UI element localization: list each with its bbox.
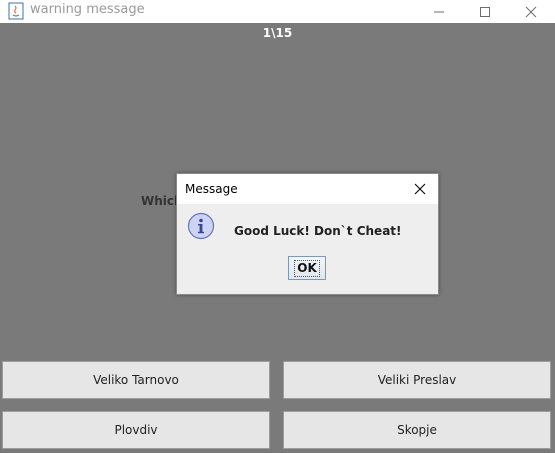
answer-button-2[interactable]: Veliki Preslav	[283, 361, 551, 399]
answer-button-1[interactable]: Veliko Tarnovo	[2, 361, 270, 399]
dialog-title: Message	[185, 182, 238, 196]
dialog-titlebar[interactable]: Message	[177, 174, 438, 204]
minimize-button[interactable]	[416, 0, 462, 23]
close-icon	[525, 6, 537, 17]
minimize-icon	[434, 11, 444, 12]
java-icon	[8, 2, 24, 20]
maximize-button[interactable]	[462, 0, 508, 23]
close-button[interactable]	[508, 0, 554, 23]
app-window: warning message 1\15 Which Veliko Tarnov…	[0, 0, 555, 453]
message-dialog: Message Good Luck! Don`t Cheat! OK	[176, 173, 439, 295]
maximize-icon	[480, 6, 490, 17]
answer-button-3[interactable]: Plovdiv	[2, 411, 270, 449]
question-counter: 1\15	[262, 26, 293, 40]
ok-button[interactable]: OK	[288, 256, 326, 280]
dialog-message: Good Luck! Don`t Cheat!	[234, 224, 402, 238]
window-title: warning message	[30, 2, 145, 17]
ok-button-label: OK	[294, 259, 320, 277]
window-titlebar[interactable]: warning message	[0, 0, 555, 23]
dialog-close-icon[interactable]	[413, 182, 427, 196]
answer-button-4[interactable]: Skopje	[283, 411, 551, 449]
info-icon	[187, 212, 215, 240]
